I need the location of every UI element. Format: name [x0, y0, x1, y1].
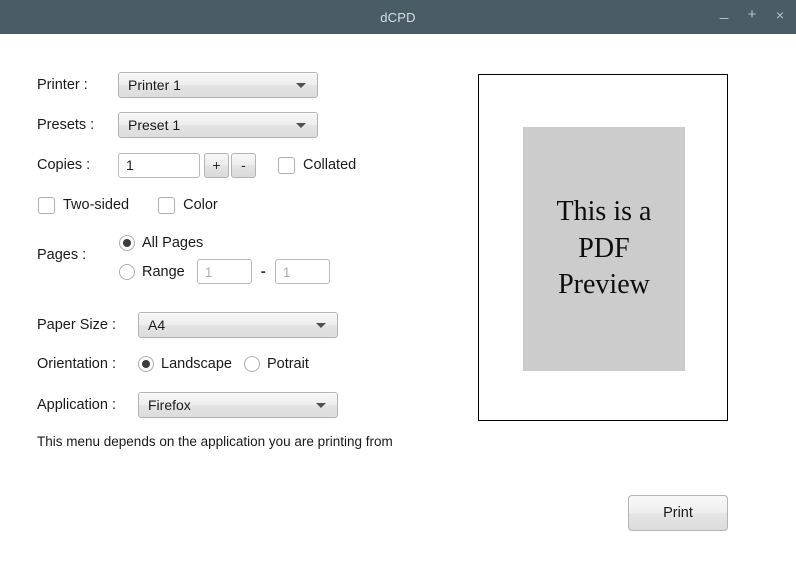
color-checkbox[interactable]	[158, 196, 176, 214]
range-label: Range	[142, 263, 185, 280]
pdf-preview-page: This is a PDF Preview	[523, 127, 685, 371]
pdf-preview-text: This is a PDF Preview	[549, 194, 660, 303]
window-titlebar: dCPD _ + ×	[0, 0, 796, 34]
paper-size-select[interactable]: A4	[138, 312, 338, 338]
paper-size-row: Paper Size : A4	[37, 312, 347, 338]
application-hint-text: This menu depends on the application you…	[37, 434, 393, 449]
range-separator: -	[260, 263, 266, 280]
chevron-down-icon	[296, 82, 306, 88]
copies-increment-button[interactable]: +	[204, 152, 229, 178]
copies-row: Copies : 1 + - Collated	[37, 152, 367, 178]
pdf-preview-line-2: PDF	[578, 232, 630, 264]
all-pages-radio[interactable]	[119, 235, 135, 251]
copies-input[interactable]: 1	[118, 152, 200, 178]
copies-decrement-button[interactable]: -	[231, 152, 256, 178]
two-sided-checkbox[interactable]	[38, 196, 55, 214]
color-checkbox-row[interactable]: Color	[158, 196, 218, 214]
printer-label: Printer :	[37, 77, 88, 93]
print-button[interactable]: Print	[628, 495, 728, 531]
chevron-down-icon	[316, 322, 326, 328]
presets-select-value: Preset 1	[128, 117, 181, 133]
pages-label-row: Pages :	[37, 244, 127, 266]
range-to-input[interactable]: 1	[274, 259, 330, 284]
portrait-radio[interactable]	[243, 356, 260, 372]
pdf-preview-line-1: This is a	[556, 196, 652, 228]
application-select-value: Firefox	[148, 397, 191, 413]
presets-select[interactable]: Preset 1	[118, 112, 318, 138]
portrait-radio-row[interactable]: Potrait	[243, 356, 309, 372]
presets-label: Presets :	[37, 117, 95, 133]
collated-label: Collated	[303, 157, 357, 173]
application-label: Application :	[37, 397, 116, 413]
chevron-down-icon	[296, 122, 306, 128]
all-pages-row[interactable]: All Pages	[119, 232, 319, 254]
copies-label: Copies :	[37, 157, 91, 173]
minimize-icon[interactable]: _	[716, 4, 732, 23]
portrait-label: Potrait	[266, 356, 309, 372]
range-from-input[interactable]: 1	[196, 259, 252, 284]
printer-row: Printer : Printer 1	[37, 72, 327, 98]
chevron-down-icon	[316, 402, 326, 408]
application-select[interactable]: Firefox	[138, 392, 338, 418]
presets-row: Presets : Preset 1	[37, 112, 327, 138]
all-pages-label: All Pages	[142, 235, 204, 251]
duplex-color-row: Two-sided Color	[38, 194, 338, 216]
close-icon[interactable]: ×	[772, 8, 788, 26]
application-row: Application : Firefox	[37, 392, 347, 418]
range-row: Range 1 - 1	[119, 259, 349, 284]
two-sided-checkbox-row[interactable]: Two-sided	[38, 196, 130, 214]
pdf-preview-frame: This is a PDF Preview	[478, 74, 728, 421]
window-controls: _ + ×	[716, 0, 788, 34]
collated-checkbox-row[interactable]: Collated	[278, 156, 357, 174]
printer-select-value: Printer 1	[128, 77, 181, 93]
paper-size-label: Paper Size :	[37, 317, 116, 333]
range-radio-row[interactable]: Range	[119, 263, 185, 280]
pdf-preview-line-3: Preview	[558, 269, 650, 301]
window-content: Printer : Printer 1 Presets : Preset 1 C…	[0, 34, 796, 573]
paper-size-select-value: A4	[148, 317, 166, 333]
collated-checkbox[interactable]	[278, 156, 295, 174]
orientation-row: Orientation : Landscape Potrait	[37, 352, 367, 376]
landscape-label: Landscape	[161, 356, 232, 372]
window-title: dCPD	[380, 9, 416, 25]
printer-select[interactable]: Printer 1	[118, 72, 318, 98]
all-pages-radio-row[interactable]: All Pages	[119, 235, 203, 251]
maximize-icon[interactable]: +	[744, 7, 760, 26]
print-settings-form: Printer : Printer 1 Presets : Preset 1 C…	[0, 34, 470, 573]
range-radio[interactable]	[119, 263, 135, 280]
landscape-radio-row[interactable]: Landscape	[138, 356, 232, 372]
orientation-label: Orientation :	[37, 356, 116, 372]
pages-label: Pages :	[37, 247, 87, 263]
color-label: Color	[183, 197, 218, 213]
landscape-radio[interactable]	[138, 356, 154, 372]
two-sided-label: Two-sided	[63, 197, 130, 213]
